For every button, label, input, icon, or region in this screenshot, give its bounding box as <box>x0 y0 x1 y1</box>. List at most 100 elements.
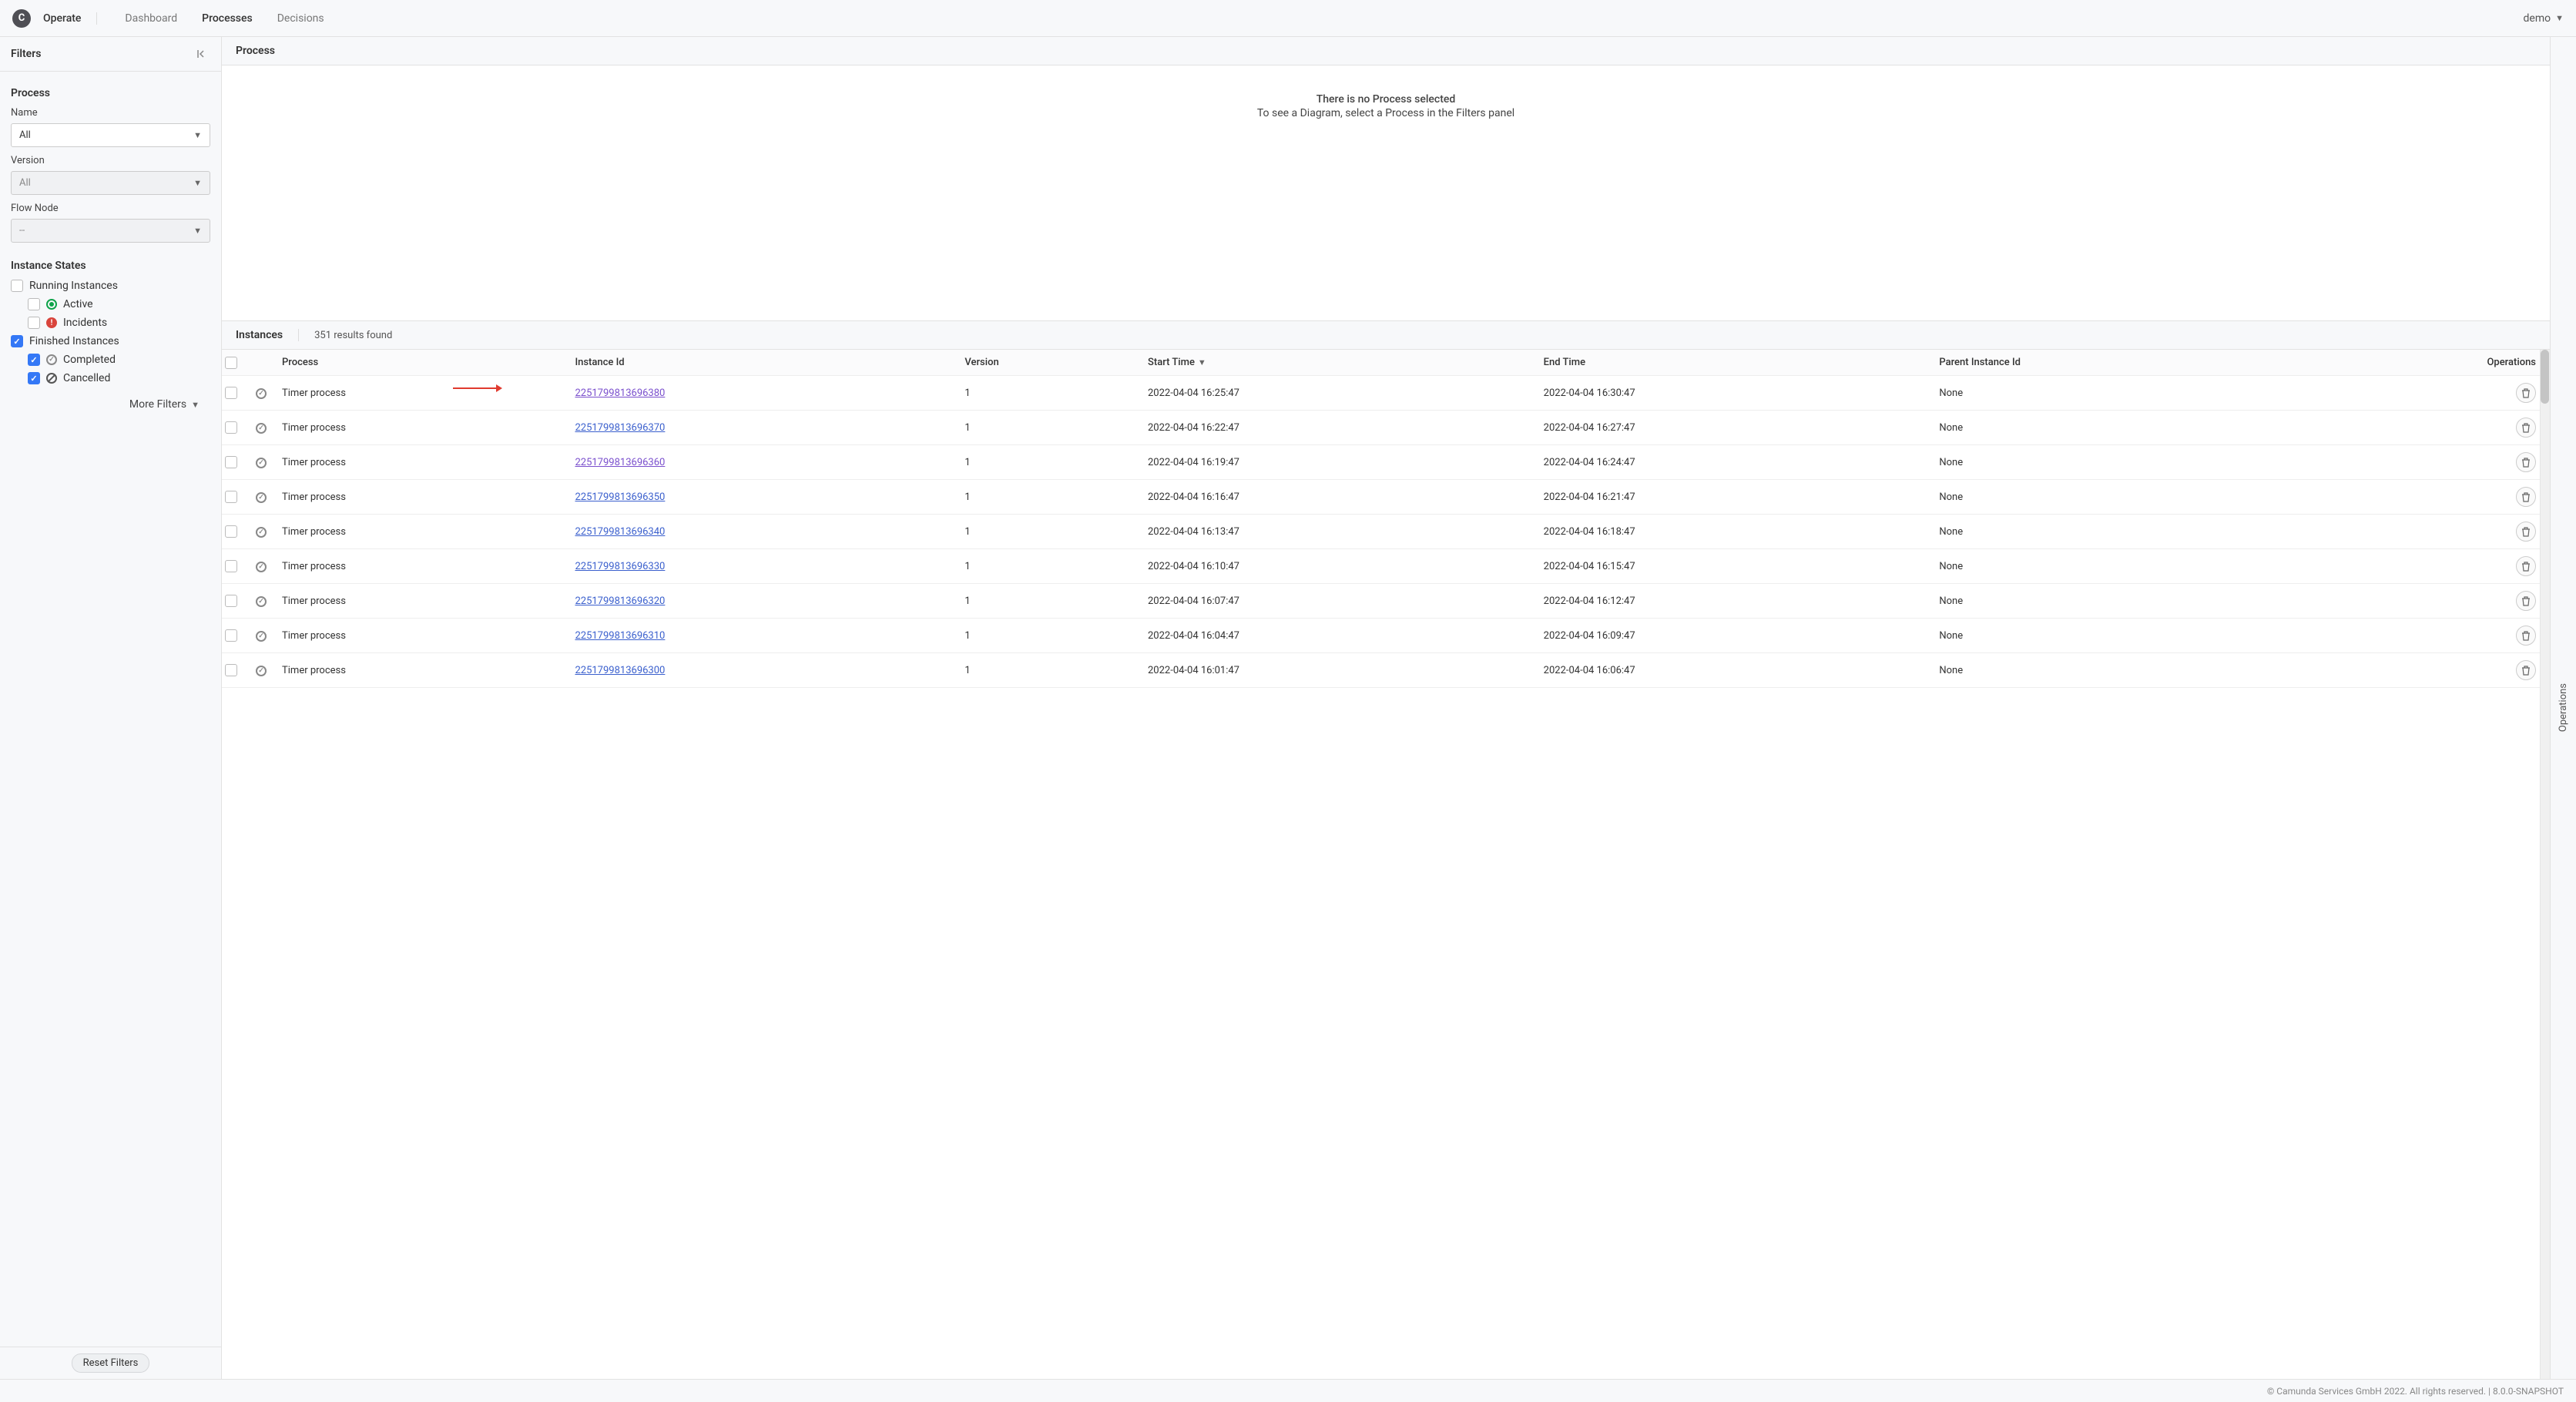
version-select[interactable]: All ▼ <box>11 171 210 195</box>
cell-parent: None <box>1931 411 2289 445</box>
col-start-time[interactable]: Start Time▼ <box>1140 350 1536 376</box>
finished-checkbox[interactable] <box>11 335 23 347</box>
col-parent[interactable]: Parent Instance Id <box>1931 350 2289 376</box>
completed-icon <box>256 492 267 503</box>
cell-end: 2022-04-04 16:15:47 <box>1536 549 1932 584</box>
chevron-down-icon: ▼ <box>193 178 202 188</box>
cell-operations <box>2289 549 2550 584</box>
instance-id-link[interactable]: 2251799813696300 <box>575 665 665 676</box>
active-icon <box>46 299 57 310</box>
cell-operations <box>2289 515 2550 549</box>
row-checkbox[interactable] <box>225 629 237 642</box>
operations-panel-collapsed[interactable]: Operations <box>2550 37 2576 1379</box>
cell-parent: None <box>1931 445 2289 480</box>
cell-instance-id: 2251799813696340 <box>567 515 957 549</box>
table-row: Timer process225179981369630012022-04-04… <box>222 653 2550 688</box>
table-row: Timer process225179981369635012022-04-04… <box>222 480 2550 515</box>
cell-start: 2022-04-04 16:10:47 <box>1140 549 1536 584</box>
cell-start: 2022-04-04 16:01:47 <box>1140 653 1536 688</box>
cell-end: 2022-04-04 16:30:47 <box>1536 376 1932 411</box>
cancelled-label: Cancelled <box>63 372 110 384</box>
flownode-select[interactable]: -- ▼ <box>11 219 210 243</box>
cell-version: 1 <box>957 584 1140 619</box>
delete-button[interactable] <box>2516 452 2536 472</box>
delete-button[interactable] <box>2516 522 2536 542</box>
row-checkbox[interactable] <box>225 560 237 572</box>
user-menu[interactable]: demo ▼ <box>2524 12 2564 25</box>
delete-button[interactable] <box>2516 626 2536 646</box>
delete-button[interactable] <box>2516 383 2536 403</box>
cell-process: Timer process <box>274 549 567 584</box>
completed-checkbox[interactable] <box>28 354 40 366</box>
cell-start: 2022-04-04 16:25:47 <box>1140 376 1536 411</box>
trash-icon <box>2521 527 2531 537</box>
row-checkbox[interactable] <box>225 421 237 434</box>
cancelled-icon <box>46 373 57 384</box>
instance-id-link[interactable]: 2251799813696360 <box>575 457 665 468</box>
cancelled-checkbox[interactable] <box>28 372 40 384</box>
row-checkbox[interactable] <box>225 525 237 538</box>
running-checkbox[interactable] <box>11 280 23 292</box>
main-content: Process There is no Process selected To … <box>222 37 2576 1379</box>
col-end-time[interactable]: End Time <box>1536 350 1932 376</box>
active-checkbox[interactable] <box>28 298 40 310</box>
row-checkbox[interactable] <box>225 664 237 676</box>
reset-filters-button[interactable]: Reset Filters <box>72 1353 150 1373</box>
scrollbar-thumb[interactable] <box>2541 350 2549 404</box>
version-select-value: All <box>19 177 31 189</box>
completed-icon <box>256 388 267 399</box>
version-label: Version <box>11 155 210 166</box>
brand-name[interactable]: Operate <box>43 12 97 25</box>
cell-process: Timer process <box>274 584 567 619</box>
cell-start: 2022-04-04 16:04:47 <box>1140 619 1536 653</box>
instance-id-link[interactable]: 2251799813696310 <box>575 630 665 642</box>
delete-button[interactable] <box>2516 556 2536 576</box>
flownode-select-value: -- <box>19 225 25 236</box>
name-label: Name <box>11 107 210 119</box>
row-checkbox[interactable] <box>225 456 237 468</box>
instance-id-link[interactable]: 2251799813696370 <box>575 422 665 434</box>
incidents-checkbox[interactable] <box>28 317 40 329</box>
table-scrollbar[interactable] <box>2540 350 2550 1379</box>
nav-dashboard[interactable]: Dashboard <box>112 12 190 25</box>
delete-button[interactable] <box>2516 591 2536 611</box>
instance-id-link[interactable]: 2251799813696380 <box>575 387 665 399</box>
incidents-icon <box>46 317 57 328</box>
instances-table-wrap: Process Instance Id Version Start Time▼ … <box>222 350 2550 1379</box>
row-checkbox[interactable] <box>225 491 237 503</box>
table-row: Timer process225179981369634012022-04-04… <box>222 515 2550 549</box>
cell-version: 1 <box>957 653 1140 688</box>
nav-decisions[interactable]: Decisions <box>265 12 337 25</box>
instance-id-link[interactable]: 2251799813696350 <box>575 491 665 503</box>
trash-icon <box>2521 458 2531 468</box>
delete-button[interactable] <box>2516 660 2536 680</box>
chevron-down-icon: ▼ <box>193 130 202 140</box>
name-select[interactable]: All ▼ <box>11 123 210 147</box>
delete-button[interactable] <box>2516 487 2536 507</box>
completed-icon <box>256 631 267 642</box>
collapse-sidebar-button[interactable] <box>192 45 210 63</box>
cell-instance-id: 2251799813696360 <box>567 445 957 480</box>
chevron-down-icon: ▼ <box>191 400 200 410</box>
col-instance-id[interactable]: Instance Id <box>567 350 957 376</box>
completed-icon <box>256 527 267 538</box>
col-version[interactable]: Version <box>957 350 1140 376</box>
row-checkbox[interactable] <box>225 595 237 607</box>
select-all-checkbox[interactable] <box>225 357 237 369</box>
instances-title: Instances <box>236 329 299 341</box>
col-process[interactable]: Process <box>274 350 567 376</box>
instance-id-link[interactable]: 2251799813696320 <box>575 595 665 607</box>
row-checkbox[interactable] <box>225 387 237 399</box>
cell-start: 2022-04-04 16:19:47 <box>1140 445 1536 480</box>
instance-id-link[interactable]: 2251799813696330 <box>575 561 665 572</box>
cell-operations <box>2289 411 2550 445</box>
flownode-label: Flow Node <box>11 203 210 214</box>
delete-button[interactable] <box>2516 418 2536 438</box>
cell-version: 1 <box>957 376 1140 411</box>
nav-processes[interactable]: Processes <box>190 12 265 25</box>
completed-icon <box>256 423 267 434</box>
completed-icon <box>256 666 267 676</box>
cell-end: 2022-04-04 16:06:47 <box>1536 653 1932 688</box>
more-filters-button[interactable]: More Filters ▼ <box>11 391 210 418</box>
instance-id-link[interactable]: 2251799813696340 <box>575 526 665 538</box>
